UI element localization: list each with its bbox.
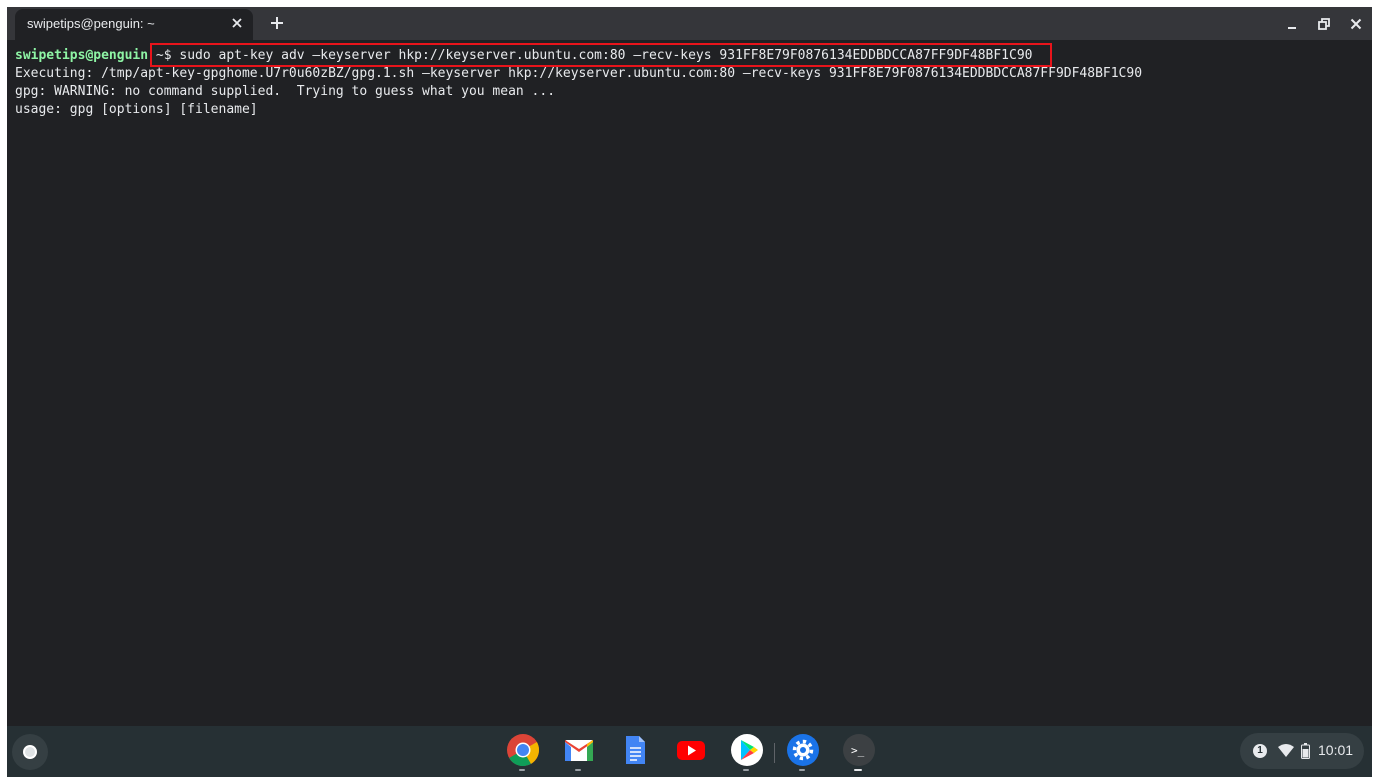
output-line: gpg: WARNING: no command supplied. Tryin… bbox=[15, 84, 556, 99]
terminal-output[interactable]: swipetips@penguin ~$ sudo apt-key adv –k… bbox=[7, 40, 1372, 726]
running-indicator bbox=[575, 769, 581, 771]
output-line: usage: gpg [options] [filename] bbox=[15, 102, 258, 117]
terminal-window: swipetips@penguin: ~ swipetips@penguin ~… bbox=[7, 7, 1372, 777]
terminal-icon-glyph: >_ bbox=[851, 744, 865, 757]
command-highlight-box bbox=[150, 43, 1052, 67]
tab-title: swipetips@penguin: ~ bbox=[27, 16, 155, 31]
docs-icon bbox=[626, 736, 645, 764]
shelf-divider bbox=[774, 743, 775, 763]
notification-badge: 1 bbox=[1253, 744, 1267, 758]
chrome-app[interactable] bbox=[506, 732, 540, 771]
youtube-app[interactable] bbox=[674, 732, 708, 770]
wifi-icon bbox=[1278, 744, 1294, 757]
title-bar: swipetips@penguin: ~ bbox=[7, 7, 1372, 40]
shelf: >_ 1 10:01 bbox=[7, 726, 1372, 777]
running-indicator bbox=[799, 769, 805, 771]
chrome-icon bbox=[507, 734, 539, 766]
running-indicator bbox=[519, 769, 525, 771]
minimize-icon[interactable] bbox=[1284, 16, 1300, 32]
tab-terminal[interactable]: swipetips@penguin: ~ bbox=[15, 9, 253, 40]
prompt-user: swipetips@penguin bbox=[15, 48, 149, 63]
close-window-icon[interactable] bbox=[1348, 16, 1364, 32]
restore-icon[interactable] bbox=[1316, 16, 1332, 32]
settings-icon bbox=[787, 734, 819, 766]
running-indicator bbox=[743, 769, 749, 771]
output-line: Executing: /tmp/apt-key-gpghome.U7r0u60z… bbox=[15, 66, 1143, 81]
gmail-app[interactable] bbox=[562, 732, 596, 771]
terminal-icon: >_ bbox=[843, 734, 875, 766]
docs-app[interactable] bbox=[618, 732, 652, 770]
play-store-icon bbox=[731, 734, 763, 766]
gmail-icon bbox=[565, 740, 593, 761]
play-store-app[interactable] bbox=[730, 732, 764, 771]
close-tab-icon[interactable] bbox=[230, 16, 244, 30]
clock: 10:01 bbox=[1318, 742, 1354, 758]
youtube-icon bbox=[677, 741, 705, 760]
settings-app[interactable] bbox=[786, 732, 820, 771]
status-tray[interactable]: 1 10:01 bbox=[1240, 733, 1364, 769]
battery-icon bbox=[1301, 743, 1310, 759]
launcher-icon bbox=[23, 745, 37, 759]
active-indicator bbox=[854, 769, 862, 771]
launcher-button[interactable] bbox=[12, 734, 48, 770]
new-tab-icon[interactable] bbox=[269, 15, 285, 31]
terminal-app[interactable]: >_ bbox=[842, 732, 876, 771]
